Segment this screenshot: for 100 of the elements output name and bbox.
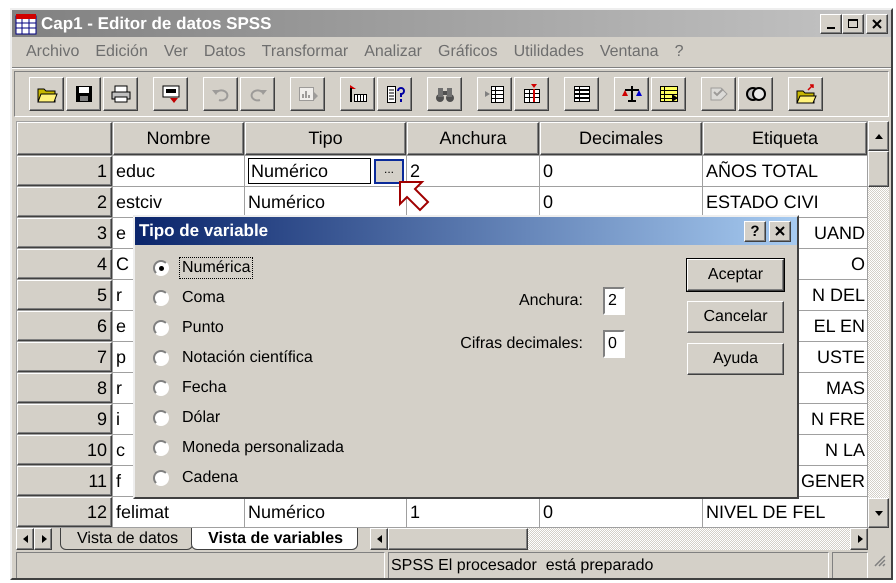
grid-arrow-icon xyxy=(658,83,680,105)
row-number[interactable]: 3 xyxy=(17,218,112,248)
ellipsis-button[interactable]: ... xyxy=(374,158,404,184)
scales-icon xyxy=(620,83,642,105)
close-icon xyxy=(774,225,786,237)
type-field[interactable]: Numérico xyxy=(248,158,371,184)
toolbar-button[interactable] xyxy=(564,77,599,111)
column-header[interactable]: Etiqueta xyxy=(703,122,867,155)
sheet-tab[interactable]: Vista de datos xyxy=(60,528,194,550)
table-cell: 0 xyxy=(543,160,554,182)
scroll-left-button[interactable] xyxy=(370,528,388,550)
table-cell: C xyxy=(116,254,129,274)
input-field[interactable]: 0 xyxy=(603,330,625,358)
row-number[interactable]: 9 xyxy=(17,404,112,434)
toolbar-button[interactable] xyxy=(514,77,549,111)
status-message: SPSS El procesador está preparado xyxy=(388,552,830,578)
radio-button[interactable] xyxy=(153,290,169,306)
dialog-button[interactable]: Ayuda xyxy=(687,343,784,375)
option-label[interactable]: Dólar xyxy=(179,407,224,429)
close-button[interactable] xyxy=(769,220,791,242)
table-cell: 0 xyxy=(543,502,554,522)
option-label[interactable]: Coma xyxy=(179,287,228,309)
table-cell: O xyxy=(850,254,865,274)
table-cell: e xyxy=(116,222,126,244)
table-cell: p xyxy=(116,346,126,368)
dialog-button[interactable]: Aceptar xyxy=(687,259,784,291)
row-number[interactable]: 8 xyxy=(17,373,112,403)
input-field[interactable]: 2 xyxy=(603,287,625,315)
option-label[interactable]: Numérica xyxy=(179,257,254,279)
table-cell: 0 xyxy=(543,192,554,212)
toolbar-button[interactable] xyxy=(614,77,649,111)
tab-scroll-right-button[interactable] xyxy=(34,528,52,550)
radio-button[interactable] xyxy=(153,470,169,486)
row-number[interactable]: 10 xyxy=(17,435,112,465)
row-number[interactable]: 6 xyxy=(17,311,112,341)
row-number[interactable]: 1 xyxy=(17,156,112,186)
scroll-thumb[interactable] xyxy=(388,528,528,550)
radio-button[interactable] xyxy=(153,380,169,396)
option-label[interactable]: Punto xyxy=(179,317,227,339)
row-number[interactable]: 2 xyxy=(17,187,112,217)
radio-button[interactable] xyxy=(153,260,169,276)
toolbar-button[interactable] xyxy=(377,77,412,111)
table-cell: r xyxy=(116,378,122,398)
option-label[interactable]: Notación científica xyxy=(179,347,316,369)
toolbar-button[interactable] xyxy=(66,77,101,111)
row-number[interactable]: 11 xyxy=(17,466,112,496)
toolbar-button[interactable] xyxy=(153,77,188,111)
option-label[interactable]: Cadena xyxy=(179,467,242,489)
sheet-tab[interactable]: Vista de variables xyxy=(191,528,358,550)
toolbar-button[interactable] xyxy=(651,77,686,111)
row-number[interactable]: 7 xyxy=(17,342,112,372)
column-header[interactable]: Nombre xyxy=(113,122,244,155)
column-header[interactable]: Tipo xyxy=(245,122,406,155)
maximize-button[interactable] xyxy=(842,14,864,34)
table-cell: N FRE xyxy=(811,408,865,430)
scroll-right-button[interactable] xyxy=(850,528,868,550)
table-cell: 2 xyxy=(410,160,420,182)
table-cell: felimat xyxy=(116,502,170,522)
dialog-button[interactable]: Cancelar xyxy=(687,301,784,333)
option-label[interactable]: Fecha xyxy=(179,377,230,399)
radio-button[interactable] xyxy=(153,320,169,336)
radio-button[interactable] xyxy=(153,410,169,426)
toolbar-button[interactable] xyxy=(103,77,138,111)
table-cell: i xyxy=(116,408,120,430)
toolbar-button[interactable] xyxy=(477,77,512,111)
table-cell: GENER xyxy=(800,470,865,492)
column-header[interactable]: Anchura xyxy=(407,122,539,155)
row-number[interactable]: 12 xyxy=(17,497,112,527)
table-cell: ESTADO CIVI xyxy=(706,192,819,212)
table-cell: Numérico xyxy=(248,502,326,522)
toolbar-button[interactable] xyxy=(738,77,773,111)
folder-arrow-icon xyxy=(794,83,816,105)
column-header[interactable]: Decimales xyxy=(540,122,702,155)
radio-button[interactable] xyxy=(153,350,169,366)
option-label[interactable]: Moneda personalizada xyxy=(179,437,347,459)
toolbar-button[interactable] xyxy=(340,77,375,111)
table-cell: c xyxy=(116,440,125,460)
close-button[interactable] xyxy=(866,14,888,34)
radio-button[interactable] xyxy=(153,440,169,456)
row-number[interactable]: 5 xyxy=(17,280,112,310)
scroll-up-button[interactable] xyxy=(868,121,889,151)
scroll-down-button[interactable] xyxy=(868,498,889,528)
toolbar-button[interactable] xyxy=(427,77,462,111)
tab-scroll-left-button[interactable] xyxy=(16,528,34,550)
table-cell: NIVEL DE FEL xyxy=(706,502,826,522)
table-cell: e xyxy=(116,316,126,336)
help-button[interactable]: ? xyxy=(744,220,766,242)
insert-row-icon xyxy=(484,83,506,105)
table-cell: USTE xyxy=(816,346,865,368)
table-cell: N LA xyxy=(824,440,865,460)
scroll-thumb[interactable] xyxy=(868,151,889,187)
toolbar-button[interactable] xyxy=(29,77,64,111)
toolbar-button[interactable] xyxy=(788,77,823,111)
minimize-button[interactable] xyxy=(820,14,842,34)
row-number[interactable]: 4 xyxy=(17,249,112,279)
printer-icon xyxy=(110,83,132,105)
table-cell: EL EN xyxy=(814,316,865,336)
dialog-title: Tipo de variable xyxy=(139,221,270,241)
maximize-icon xyxy=(848,19,858,28)
table-cell: Numérico xyxy=(248,192,326,212)
